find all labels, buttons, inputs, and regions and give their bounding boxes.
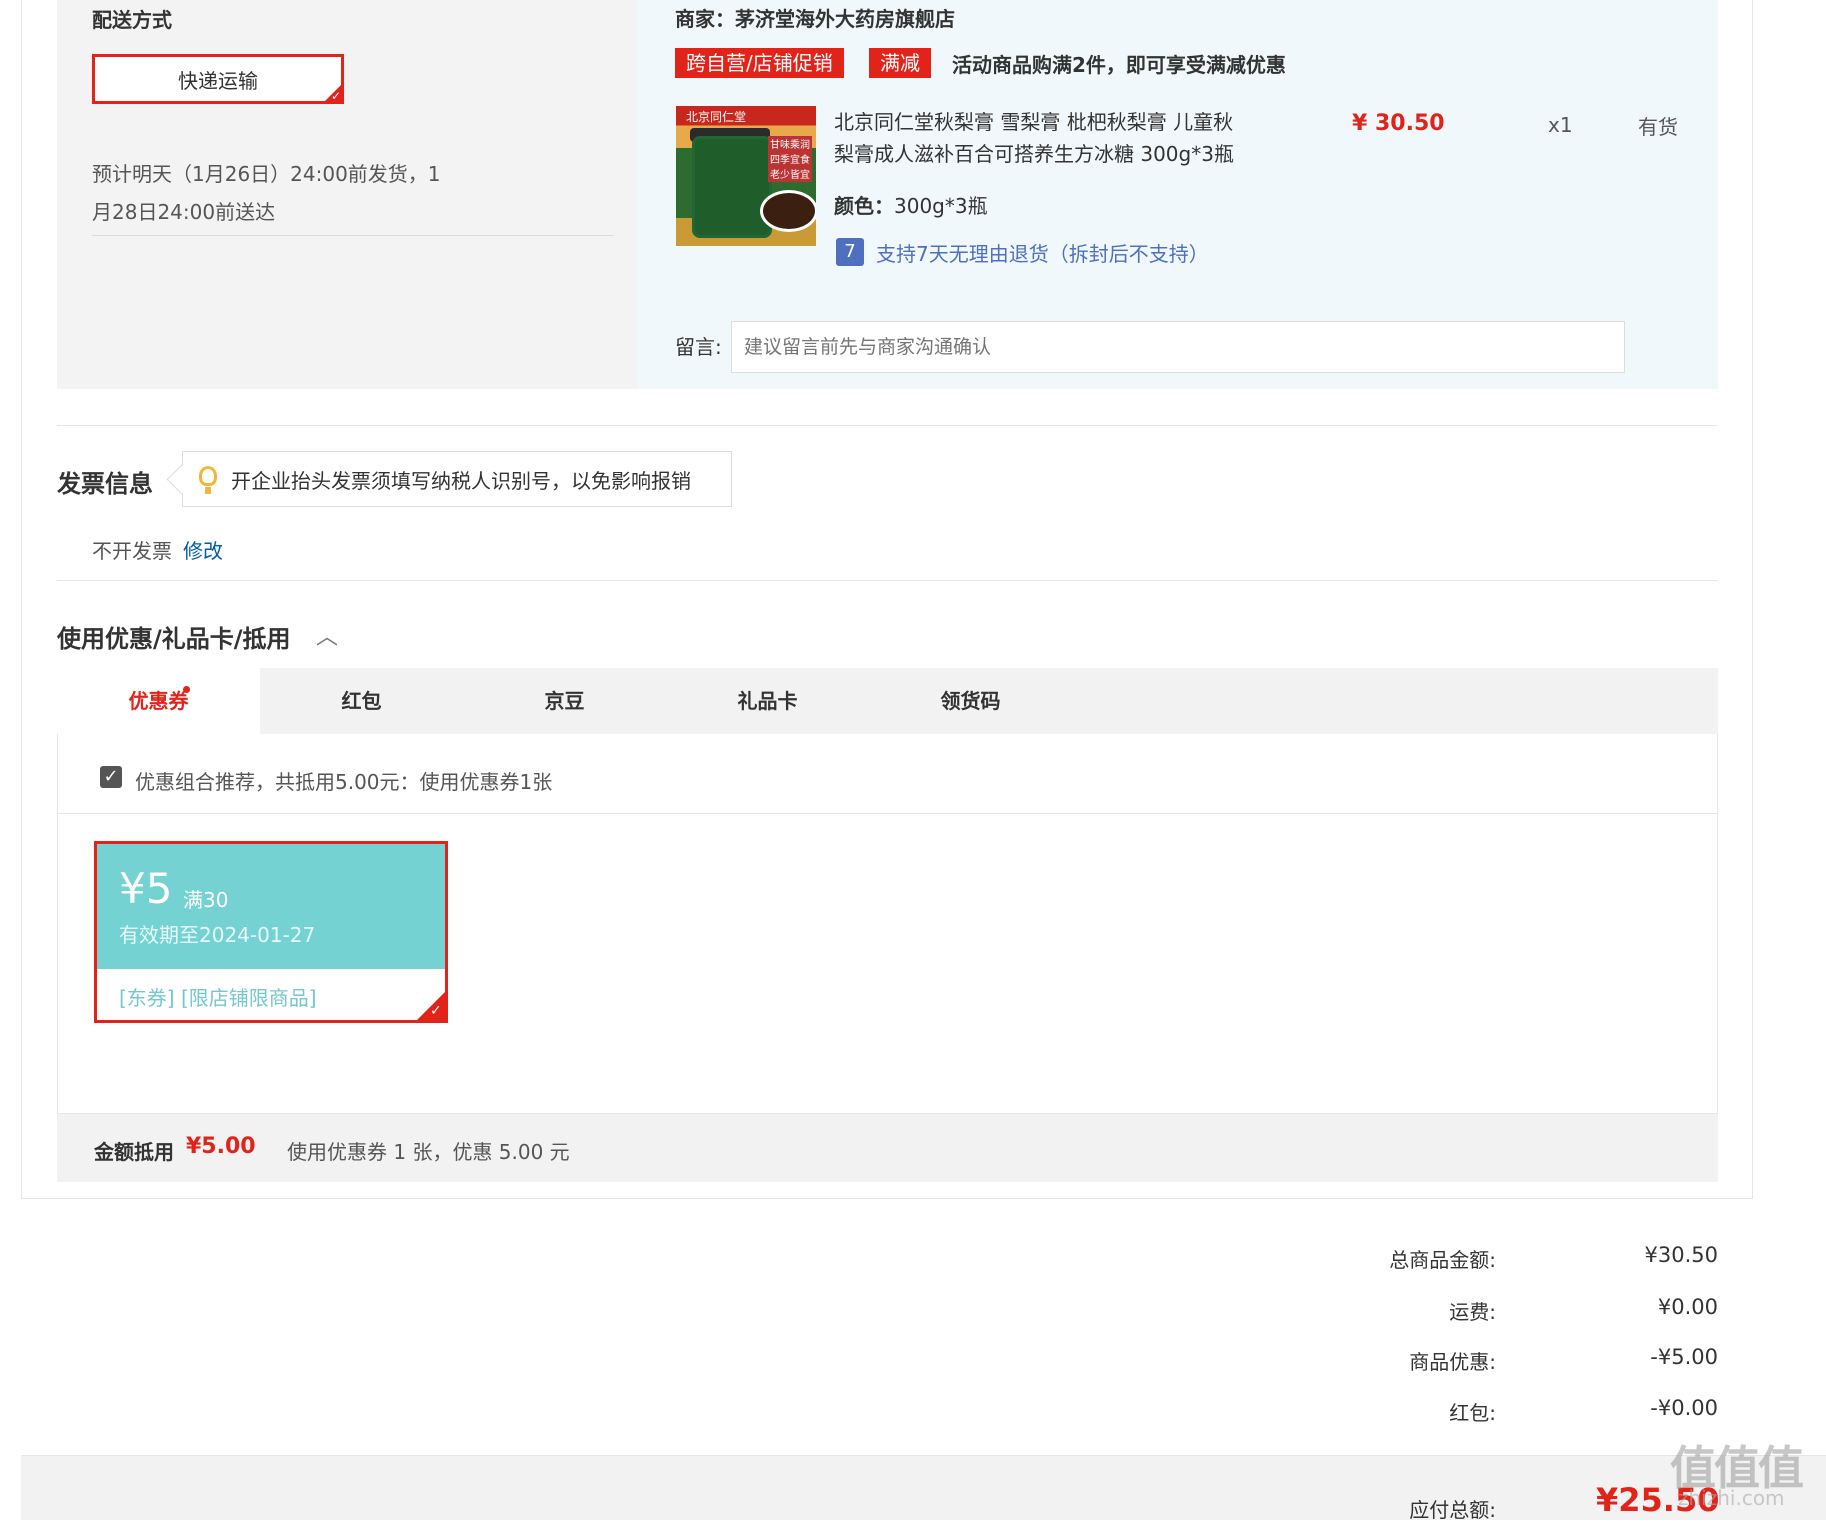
discount-title: 使用优惠/礼品卡/抵用 <box>57 625 291 653</box>
coupon-card[interactable]: ¥5 满30 有效期至2024-01-27 [东券] [限店铺限商品] ✓ <box>94 841 448 1023</box>
product-image-brand: 北京同仁堂 <box>686 110 747 124</box>
product-title[interactable]: 北京同仁堂秋梨膏 雪梨膏 枇杷秋梨膏 儿童秋 梨膏成人滋补百合可搭养生方冰糖 3… <box>834 106 1234 170</box>
total-goods-label: 总商品金额: <box>1389 1248 1496 1272</box>
divider-invoice-top <box>57 425 1718 426</box>
product-title-line-1: 北京同仁堂秋梨膏 雪梨膏 枇杷秋梨膏 儿童秋 <box>834 110 1234 134</box>
note-label: 留言: <box>675 335 722 359</box>
deduct-value: ¥5.00 <box>186 1134 256 1159</box>
product-price: ¥ 30.50 <box>1352 111 1445 136</box>
total-goods-value: ¥30.50 <box>1644 1243 1718 1267</box>
shipping-title: 配送方式 <box>92 8 172 32</box>
recommend-text: 优惠组合推荐，共抵用5.00元：使用优惠券1张 <box>135 770 553 794</box>
bowl <box>760 190 816 232</box>
coupon-tags: [东券] [限店铺限商品] <box>119 986 317 1010</box>
goods-discount-value: -¥5.00 <box>1650 1345 1718 1369</box>
return-policy-icon: 7 <box>836 238 864 266</box>
product-title-line-2: 梨膏成人滋补百合可搭养生方冰糖 300g*3瓶 <box>834 142 1234 166</box>
invoice-title: 发票信息 <box>57 470 153 498</box>
red-packet-label: 红包: <box>1449 1401 1496 1425</box>
promo-text: 活动商品购满2件，即可享受满减优惠 <box>952 53 1286 77</box>
invoice-tip-text: 开企业抬头发票须填写纳税人识别号，以免影响报销 <box>231 468 691 493</box>
eta-line-1: 预计明天（1月26日）24:00前发货，1 <box>92 162 441 186</box>
discount-tabs: 优惠券 红包 京豆 礼品卡 领货码 <box>57 668 1718 734</box>
recommend-checkbox[interactable]: ✓ <box>100 766 122 788</box>
divider-coupon <box>57 813 1718 814</box>
store-name: 商家：茅济堂海外大药房旗舰店 <box>675 7 955 31</box>
coupon-card-top: ¥5 满30 有效期至2024-01-27 <box>97 844 445 969</box>
product-quantity: x1 <box>1548 113 1573 137</box>
shipping-divider <box>92 235 614 236</box>
chevron-up-icon[interactable]: ︿ <box>316 619 338 651</box>
eta-line-2: 月28日24:00前送达 <box>92 200 276 224</box>
shipping-eta: 预计明天（1月26日）24:00前发货，1 月28日24:00前送达 <box>92 155 441 231</box>
coupon-amount: ¥5 <box>119 864 173 913</box>
jar-body <box>692 136 772 238</box>
product-image[interactable]: 北京同仁堂 甘味乘润 四季宜食 老少皆宜 <box>676 106 816 246</box>
product-stock: 有货 <box>1638 115 1678 139</box>
tab-jd-beans[interactable]: 京豆 <box>463 668 666 734</box>
shipping-method-express[interactable]: 快递运输 ✓ <box>92 54 344 104</box>
tab-coupon[interactable]: 优惠券 <box>57 668 260 734</box>
lightbulb-icon <box>199 466 217 494</box>
goods-discount-label: 商品优惠: <box>1409 1350 1496 1374</box>
coupon-selected-check-icon: ✓ <box>414 989 448 1023</box>
product-color-label: 颜色： <box>834 194 894 218</box>
promo-tag-discount: 满减 <box>869 48 931 78</box>
coupon-condition: 满30 <box>183 888 229 912</box>
payable-bar: 应付总额: ¥25.50 <box>21 1455 1826 1522</box>
coupon-expiry: 有效期至2024-01-27 <box>119 923 316 947</box>
deduct-desc: 使用优惠券 1 张，优惠 5.00 元 <box>287 1140 570 1164</box>
tab-coupon-label: 优惠券 <box>128 689 189 713</box>
divider-invoice-bottom <box>57 580 1718 581</box>
tab-gift-card[interactable]: 礼品卡 <box>666 668 869 734</box>
selected-check-icon: ✓ <box>322 82 344 104</box>
invoice-edit-link[interactable]: 修改 <box>183 535 223 564</box>
invoice-tip: 开企业抬头发票须填写纳税人识别号，以免影响报销 <box>166 451 732 507</box>
shipping-fee-value: ¥0.00 <box>1657 1295 1718 1319</box>
deduct-label: 金额抵用 <box>94 1140 174 1164</box>
new-dot-indicator <box>183 686 190 693</box>
return-policy-text: 支持7天无理由退货（拆封后不支持） <box>876 242 1209 266</box>
product-color: 颜色：300g*3瓶 <box>834 190 988 219</box>
promo-tag-cross: 跨自营/店铺促销 <box>675 48 844 78</box>
tab-claim-code[interactable]: 领货码 <box>869 668 1072 734</box>
shipping-fee-label: 运费: <box>1449 1300 1496 1324</box>
deduction-summary: 金额抵用 ¥5.00 使用优惠券 1 张，优惠 5.00 元 <box>57 1114 1718 1182</box>
shipping-method-label: 快递运输 <box>178 68 258 93</box>
invoice-status: 不开发票 <box>92 539 172 563</box>
tab-red-packet[interactable]: 红包 <box>260 668 463 734</box>
note-input[interactable] <box>731 321 1625 373</box>
product-image-side-label: 甘味乘润 四季宜食 老少皆宜 <box>768 136 812 182</box>
watermark-site: zhizhi.com <box>1678 1486 1785 1510</box>
red-packet-value: -¥0.00 <box>1650 1396 1718 1420</box>
product-color-value: 300g*3瓶 <box>894 194 988 218</box>
